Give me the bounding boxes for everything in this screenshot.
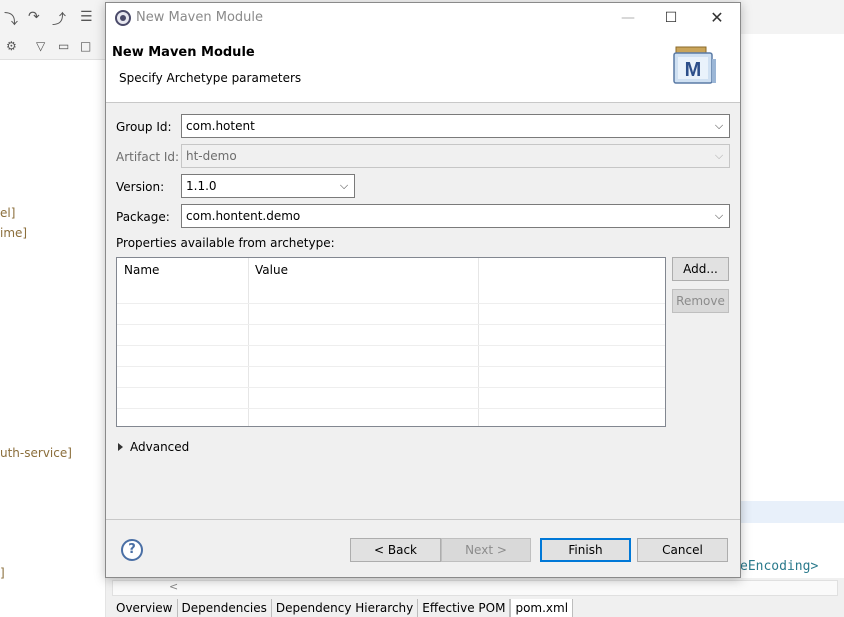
minimize-icon[interactable]: — [616, 8, 640, 28]
column-divider [478, 258, 479, 426]
back-button[interactable]: < Back [350, 538, 441, 562]
maximize-icon[interactable]: ☐ [659, 8, 683, 28]
footer-separator [106, 519, 740, 520]
finish-button[interactable]: Finish [540, 538, 631, 562]
tab-dependency-hierarchy[interactable]: Dependency Hierarchy [271, 599, 419, 617]
table-row [117, 324, 665, 325]
tab-dependencies[interactable]: Dependencies [177, 599, 272, 617]
scroll-left-icon[interactable]: < [169, 580, 178, 593]
chevron-down-icon: ⌵ [714, 149, 724, 162]
table-row [117, 387, 665, 388]
table-row [117, 303, 665, 304]
dialog-titlebar[interactable]: New Maven Module — ☐ ✕ [106, 3, 740, 33]
cancel-button[interactable]: Cancel [637, 538, 728, 562]
artifact-id-value: ht-demo [186, 149, 237, 163]
advanced-label: Advanced [130, 440, 190, 454]
page-subtitle: Specify Archetype parameters [119, 71, 302, 85]
minimize-view-icon[interactable]: ▭ [58, 39, 69, 53]
chevron-down-icon[interactable]: ⌵ [711, 115, 727, 137]
column-divider [248, 258, 249, 426]
column-header-value[interactable]: Value [248, 258, 478, 282]
maximize-view-icon[interactable]: □ [80, 39, 91, 53]
window-title: New Maven Module [136, 10, 264, 25]
chevron-down-icon[interactable]: ⌵ [711, 205, 727, 227]
maven-logo-icon: M [673, 46, 716, 84]
add-property-button[interactable]: Add... [672, 257, 729, 281]
logo-letter: M [685, 59, 702, 81]
pom-editor-tabs: Overview Dependencies Dependency Hierarc… [112, 599, 574, 617]
properties-table[interactable]: Name Value [116, 257, 666, 427]
next-button[interactable]: Next > [441, 538, 531, 562]
step-into-icon[interactable]: ⤵ [4, 9, 18, 29]
close-icon[interactable]: ✕ [705, 8, 729, 28]
table-row [117, 366, 665, 367]
view-menu-icon[interactable]: ▽ [36, 39, 45, 53]
table-row [117, 345, 665, 346]
group-id-combo[interactable]: com.hotent ⌵ [181, 114, 730, 138]
version-value: 1.1.0 [186, 179, 217, 193]
help-icon[interactable]: ? [121, 539, 143, 561]
chevron-down-icon[interactable]: ⌵ [336, 175, 352, 197]
code-fragment: eEncoding> [740, 559, 819, 574]
tab-effective-pom[interactable]: Effective POM [418, 599, 511, 617]
page-title: New Maven Module [112, 45, 255, 60]
package-value: com.hontent.demo [186, 209, 301, 223]
package-combo[interactable]: com.hontent.demo ⌵ [181, 204, 730, 228]
group-id-value: com.hotent [186, 119, 255, 133]
remove-property-button[interactable]: Remove [672, 289, 729, 313]
table-row [117, 408, 665, 409]
artifact-id-label: Artifact Id: [116, 150, 180, 164]
link-editor-icon[interactable]: ⚙ [6, 39, 17, 53]
advanced-expander[interactable]: Advanced [118, 440, 189, 454]
editor-bottom-bar: < Overview Dependencies Dependency Hiera… [106, 578, 844, 617]
horizontal-scrollbar[interactable]: < [112, 580, 838, 596]
step-over-icon[interactable]: ↷ [28, 9, 40, 25]
editor-area: eEncoding> [740, 34, 844, 617]
tab-pom-xml[interactable]: pom.xml [510, 599, 574, 617]
tree-item-fragment[interactable]: ] [0, 566, 5, 580]
current-line-highlight [740, 501, 844, 523]
version-label: Version: [116, 180, 165, 194]
artifact-id-combo: ht-demo ⌵ [181, 144, 730, 168]
properties-label: Properties available from archetype: [116, 236, 335, 250]
column-header-name[interactable]: Name [117, 258, 248, 282]
toolbar-menu-icon[interactable]: ☰ [80, 9, 93, 25]
eclipse-icon [115, 10, 131, 26]
tree-item-fragment[interactable]: uth-service] [0, 446, 72, 460]
wizard-header: New Maven Module Specify Archetype param… [106, 33, 740, 103]
group-id-label: Group Id: [116, 120, 172, 134]
step-return-icon[interactable]: ⤴ [52, 9, 66, 29]
expand-arrow-icon[interactable] [118, 443, 123, 451]
new-maven-module-dialog: New Maven Module — ☐ ✕ New Maven Module … [105, 2, 741, 578]
version-combo[interactable]: 1.1.0 ⌵ [181, 174, 355, 198]
tab-overview[interactable]: Overview [112, 599, 178, 617]
tree-item-fragment[interactable]: el] [0, 206, 15, 220]
project-explorer-panel: ⚙ ▽ ▭ □ el] ime] uth-service] ] [0, 34, 106, 617]
tree-item-fragment[interactable]: ime] [0, 226, 27, 240]
panel-toolbar: ⚙ ▽ ▭ □ [0, 34, 106, 60]
package-label: Package: [116, 210, 170, 224]
